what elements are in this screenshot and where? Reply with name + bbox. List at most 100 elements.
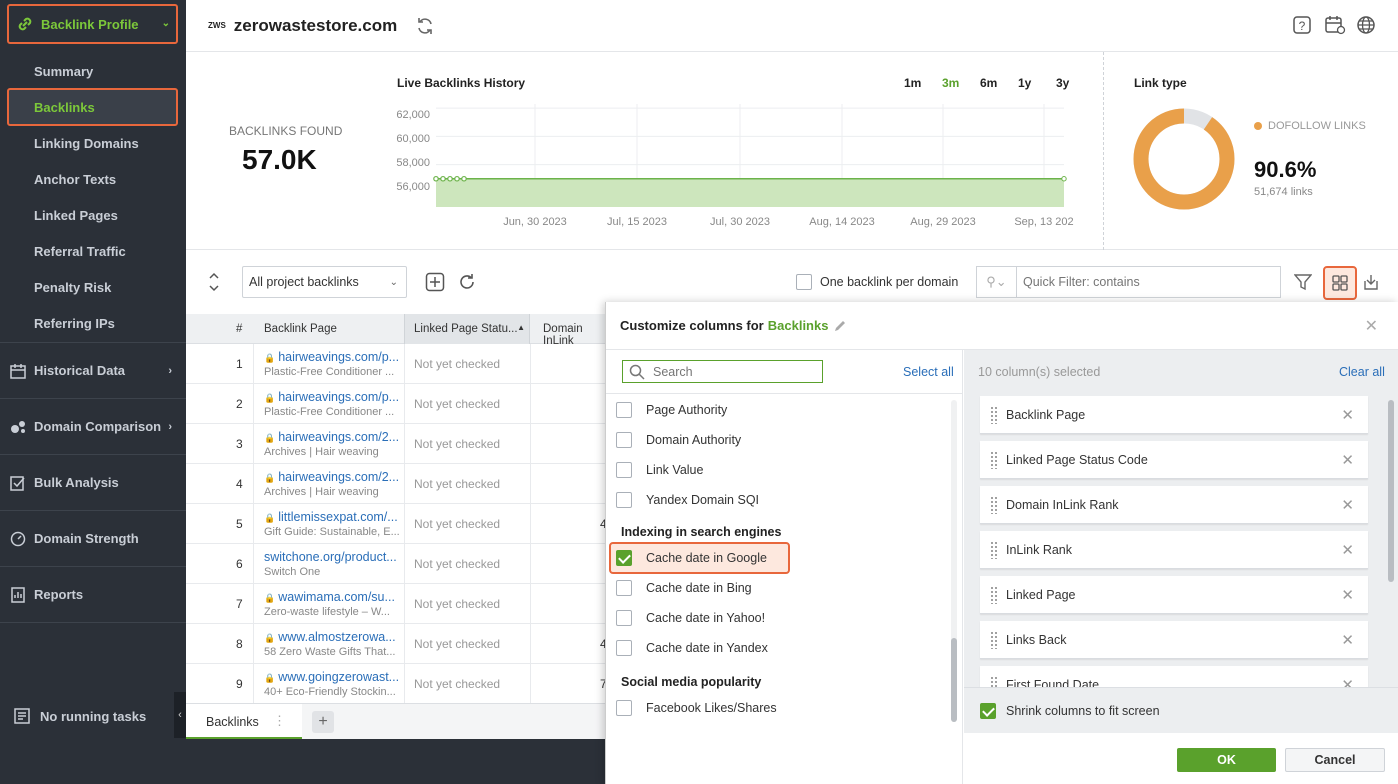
table-row[interactable]: 3 🔒 hairweavings.com/2... Archives | Hair w… — [186, 424, 606, 464]
selected-linked-page[interactable]: Linked Page ✕ — [980, 576, 1368, 614]
remove-icon[interactable]: ✕ — [1341, 586, 1354, 604]
checkbox[interactable] — [616, 432, 632, 448]
backlink-profile-menu[interactable]: Backlink Profile ⌄ — [7, 4, 178, 44]
backlink-url[interactable]: 🔒 hairweavings.com/p... — [264, 350, 399, 364]
option-cache-yahoo[interactable]: Cache date in Yahoo! — [616, 610, 765, 626]
expand-collapse-icon[interactable] — [208, 270, 220, 294]
sidebar-item-referring-ips[interactable]: Referring IPs — [34, 316, 115, 331]
cancel-button[interactable]: Cancel — [1285, 748, 1385, 772]
backlink-url[interactable]: 🔒 www.almostzerowa... — [264, 630, 396, 644]
drag-handle-icon[interactable] — [990, 495, 998, 514]
close-icon[interactable]: ✕ — [1365, 316, 1378, 336]
scrollbar-thumb[interactable] — [951, 638, 957, 722]
drag-handle-icon[interactable] — [990, 630, 998, 649]
selected-links-back[interactable]: Links Back ✕ — [980, 621, 1368, 659]
select-all-link[interactable]: Select all — [903, 365, 954, 379]
table-row[interactable]: 4 🔒 hairweavings.com/2... Archives | Hair w… — [186, 464, 606, 504]
checkbox[interactable] — [616, 580, 632, 596]
sidebar-item-penalty-risk[interactable]: Penalty Risk — [34, 280, 111, 295]
checkbox[interactable] — [616, 462, 632, 478]
option-cache-google[interactable]: Cache date in Google — [616, 550, 767, 566]
checkbox[interactable] — [616, 700, 632, 716]
table-row[interactable]: 1 🔒 hairweavings.com/p... Plastic-Free Cond… — [186, 344, 606, 384]
reload-icon[interactable] — [457, 272, 477, 292]
sidebar-item-linking-domains[interactable]: Linking Domains — [34, 136, 139, 151]
col-linked-status[interactable]: Linked Page Statu... ▲ — [404, 314, 530, 344]
col-backlink-page[interactable]: Backlink Page — [264, 323, 337, 335]
table-row[interactable]: 7 🔒 wawimama.com/su... Zero-waste lifestyle… — [186, 584, 606, 624]
selected-first-found[interactable]: First Found Date ✕ — [980, 666, 1368, 687]
remove-icon[interactable]: ✕ — [1341, 451, 1354, 469]
sidebar-item-summary[interactable]: Summary — [34, 64, 93, 79]
scrollbar-track[interactable] — [951, 400, 957, 722]
selected-backlink-page[interactable]: Backlink Page ✕ — [980, 396, 1368, 434]
checkbox[interactable] — [616, 640, 632, 656]
drag-handle-icon[interactable] — [990, 585, 998, 604]
schedule-icon[interactable] — [1324, 15, 1346, 35]
range-1m[interactable]: 1m — [904, 76, 942, 90]
table-row[interactable]: 2 🔒 hairweavings.com/p... Plastic-Free Cond… — [186, 384, 606, 424]
range-3m[interactable]: 3m — [942, 76, 980, 90]
sidebar-historical-data[interactable]: Historical Data › — [0, 342, 186, 398]
table-row[interactable]: 9 🔒 www.goingzerowast... 40+ Eco-Friendly S… — [186, 664, 606, 704]
option-cache-bing[interactable]: Cache date in Bing — [616, 580, 752, 596]
drag-handle-icon[interactable] — [990, 405, 998, 424]
shrink-checkbox[interactable] — [980, 702, 996, 719]
selected-inlink-rank[interactable]: InLink Rank ✕ — [980, 531, 1368, 569]
checkbox[interactable] — [616, 402, 632, 418]
one-per-domain[interactable]: One backlink per domain — [796, 274, 958, 290]
filter-icon[interactable] — [1294, 273, 1312, 291]
shrink-option[interactable]: Shrink columns to fit screen — [964, 687, 1398, 733]
sidebar-item-anchor-texts[interactable]: Anchor Texts — [34, 172, 116, 187]
option-link-value[interactable]: Link Value — [616, 462, 703, 478]
drag-handle-icon[interactable] — [990, 540, 998, 559]
collapse-sidebar-button[interactable]: ‹ — [174, 692, 186, 738]
pencil-icon[interactable] — [834, 320, 846, 332]
remove-icon[interactable]: ✕ — [1341, 676, 1354, 688]
range-1y[interactable]: 1y — [1018, 76, 1056, 90]
search-field[interactable] — [622, 360, 823, 383]
add-tab-button[interactable]: + — [312, 711, 334, 733]
option-page-authority[interactable]: Page Authority — [616, 402, 727, 418]
sidebar-domain-comparison[interactable]: Domain Comparison › — [0, 398, 186, 454]
sidebar-item-linked-pages[interactable]: Linked Pages — [34, 208, 118, 223]
sidebar-item-backlinks[interactable]: Backlinks — [34, 100, 95, 115]
checkbox[interactable] — [616, 492, 632, 508]
running-tasks[interactable]: No running tasks — [14, 708, 146, 724]
search-icon[interactable]: ⚲⌄ — [977, 267, 1017, 297]
ok-button[interactable]: OK — [1177, 748, 1276, 772]
clear-all-link[interactable]: Clear all — [1339, 365, 1385, 379]
option-facebook[interactable]: Facebook Likes/Shares — [616, 700, 777, 716]
remove-icon[interactable]: ✕ — [1341, 496, 1354, 514]
backlink-url[interactable]: 🔒 wawimama.com/su... — [264, 590, 395, 604]
option-domain-authority[interactable]: Domain Authority — [616, 432, 741, 448]
backlink-url[interactable]: 🔒 littlemissexpat.com/... — [264, 510, 398, 524]
option-yandex-sqi[interactable]: Yandex Domain SQI — [616, 492, 759, 508]
sidebar-bulk-analysis[interactable]: Bulk Analysis — [0, 454, 186, 510]
one-per-domain-checkbox[interactable] — [796, 274, 812, 290]
backlink-url[interactable]: switchone.org/product... — [264, 550, 397, 564]
export-icon[interactable] — [1362, 273, 1380, 291]
backlink-url[interactable]: 🔒 www.goingzerowast... — [264, 670, 399, 684]
table-row[interactable]: 6 switchone.org/product... Switch One Not y… — [186, 544, 606, 584]
backlinks-select[interactable]: All project backlinks ⌄ — [242, 266, 407, 298]
remove-icon[interactable]: ✕ — [1341, 406, 1354, 424]
remove-icon[interactable]: ✕ — [1341, 541, 1354, 559]
refresh-icon[interactable] — [415, 16, 435, 36]
backlink-url[interactable]: 🔒 hairweavings.com/2... — [264, 430, 399, 444]
checkbox[interactable] — [616, 610, 632, 626]
table-row[interactable]: 5 🔒 littlemissexpat.com/... Gift Guide: Sus… — [186, 504, 606, 544]
range-6m[interactable]: 6m — [980, 76, 1018, 90]
sidebar-domain-strength[interactable]: Domain Strength — [0, 510, 186, 566]
range-3y[interactable]: 3y — [1056, 76, 1094, 90]
checkbox-checked[interactable] — [616, 550, 632, 566]
table-row[interactable]: 8 🔒 www.almostzerowa... 58 Zero Waste Gifts… — [186, 624, 606, 664]
col-number[interactable]: # — [236, 323, 242, 335]
selected-domain-inlink[interactable]: Domain InLink Rank ✕ — [980, 486, 1368, 524]
columns-button[interactable] — [1323, 266, 1357, 300]
quick-filter-input[interactable] — [1023, 275, 1273, 289]
search-input[interactable] — [653, 364, 813, 379]
option-cache-yandex[interactable]: Cache date in Yandex — [616, 640, 768, 656]
drag-handle-icon[interactable] — [990, 450, 998, 469]
tab-backlinks[interactable]: Backlinks ⋮ — [186, 704, 302, 740]
